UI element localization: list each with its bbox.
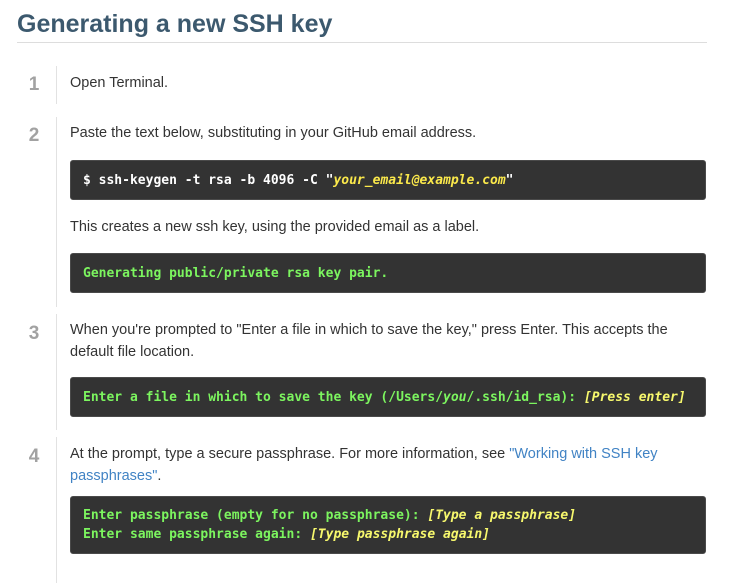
step-number-1: 1: [28, 74, 40, 95]
code-prompt-path: /.ssh/id_rsa):: [466, 389, 584, 405]
code-block-output[interactable]: Generating public/private rsa key pair.: [70, 253, 706, 293]
code-output-line: Generating public/private rsa key pair.: [83, 265, 389, 281]
step-2-text: Paste the text below, substituting in yo…: [70, 125, 477, 141]
code-you-placeholder: you: [443, 389, 467, 405]
code-line: $ ssh-keygen -t rsa -b 4096 -C "your_ema…: [83, 171, 693, 190]
code-action-type-passphrase: [Type a passphrase]: [427, 508, 577, 523]
step-4-rule: [56, 437, 57, 583]
code-command: $ ssh-keygen -t rsa -b 4096 -C ": [83, 172, 334, 188]
step-2-note: This creates a new ssh key, using the pr…: [70, 219, 480, 235]
step-3-text: When you're prompted to "Enter a file in…: [70, 322, 668, 360]
step-1-rule: [56, 66, 57, 104]
code-block-ssh-keygen[interactable]: $ ssh-keygen -t rsa -b 4096 -C "your_ema…: [70, 160, 706, 200]
code-action-type-passphrase-again: [Type passphrase again]: [309, 527, 490, 542]
code-line: Enter a file in which to save the key (/…: [83, 388, 693, 407]
code-block-save-file[interactable]: Enter a file in which to save the key (/…: [70, 377, 706, 417]
code-action-press-enter: [Press enter]: [583, 389, 686, 405]
step-2-rule: [56, 117, 57, 307]
code-email-placeholder: your_email@example.com: [333, 172, 506, 188]
code-line: Enter passphrase (empty for no passphras…: [83, 506, 693, 525]
code-block-passphrase[interactable]: Enter passphrase (empty for no passphras…: [70, 496, 706, 554]
code-line: Enter same passphrase again: [Type passp…: [83, 525, 693, 544]
step-4-text-after: .: [157, 468, 162, 484]
code-passphrase-label: Enter passphrase (empty for no passphras…: [83, 508, 428, 523]
step-4-text-before: At the prompt, type a secure passphrase.…: [70, 446, 510, 462]
code-passphrase-again-label: Enter same passphrase again:: [83, 527, 310, 542]
code-prompt-text: Enter a file in which to save the key (/…: [83, 389, 444, 405]
title-divider: [17, 42, 707, 43]
step-3-rule: [56, 314, 57, 430]
step-number-2: 2: [28, 125, 40, 146]
code-quote-close: ": [505, 172, 514, 188]
step-4-text: At the prompt, type a secure passphrase.…: [70, 443, 700, 487]
step-number-3: 3: [28, 323, 40, 344]
step-1-text: Open Terminal.: [70, 75, 169, 91]
step-number-4: 4: [28, 446, 40, 467]
page-title: Generating a new SSH key: [17, 10, 333, 38]
